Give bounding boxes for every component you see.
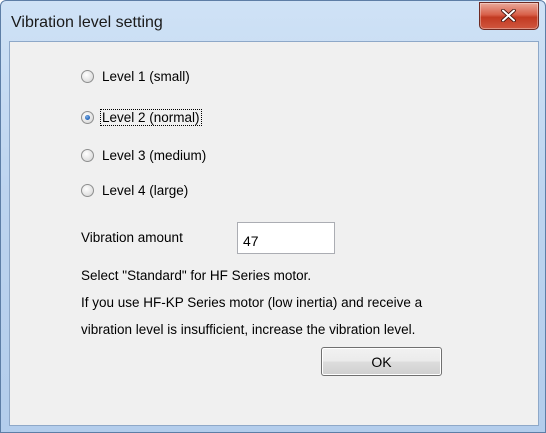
dialog-window: Vibration level setting Level 1 (small) … xyxy=(0,0,546,433)
radio-button-level-2[interactable] xyxy=(81,110,94,124)
note-line-1: Select "Standard" for HF Series motor. xyxy=(81,268,312,283)
note-line-3: vibration level is insufficient, increas… xyxy=(81,322,416,337)
radio-level-3[interactable]: Level 3 (medium) xyxy=(81,145,207,165)
dialog-content: Level 1 (small) Level 2 (normal) Level 3… xyxy=(9,41,539,426)
vibration-amount-field[interactable] xyxy=(237,222,335,254)
radio-button-level-1[interactable] xyxy=(81,69,94,83)
vibration-amount-label: Vibration amount xyxy=(81,230,183,245)
ok-button[interactable]: OK xyxy=(321,347,442,376)
note-line-2: If you use HF-KP Series motor (low inert… xyxy=(81,295,423,310)
radio-level-4[interactable]: Level 4 (large) xyxy=(81,180,189,200)
close-button[interactable] xyxy=(479,2,539,30)
window-title: Vibration level setting xyxy=(11,14,163,31)
title-bar[interactable]: Vibration level setting xyxy=(1,1,545,41)
radio-button-level-4[interactable] xyxy=(81,183,94,197)
radio-level-1[interactable]: Level 1 (small) xyxy=(81,66,191,86)
radio-label-level-1: Level 1 (small) xyxy=(102,68,190,84)
radio-label-level-2: Level 2 (normal) xyxy=(100,108,202,126)
radio-label-level-3: Level 3 (medium) xyxy=(102,147,207,163)
radio-label-level-4: Level 4 (large) xyxy=(102,182,189,198)
close-icon xyxy=(501,9,516,22)
radio-level-2[interactable]: Level 2 (normal) xyxy=(81,107,202,127)
ok-button-label: OK xyxy=(371,353,392,370)
radio-button-level-3[interactable] xyxy=(81,148,94,162)
